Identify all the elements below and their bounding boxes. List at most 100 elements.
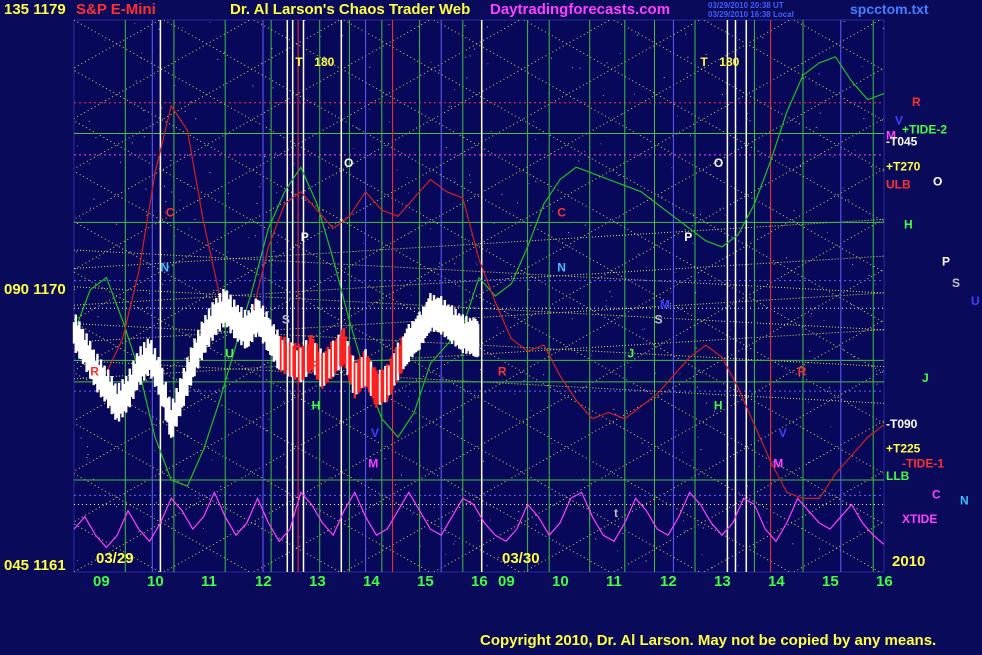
star <box>852 356 854 358</box>
star <box>217 58 219 60</box>
planet-label: O <box>714 156 723 170</box>
star <box>194 218 196 220</box>
star <box>634 93 635 95</box>
star <box>260 183 262 185</box>
star <box>785 257 787 259</box>
star <box>163 185 165 187</box>
star <box>209 172 211 174</box>
star <box>469 55 471 57</box>
star <box>140 31 142 33</box>
star <box>641 442 643 444</box>
planet-label: M <box>773 457 783 471</box>
star <box>826 232 828 233</box>
star <box>188 228 190 230</box>
star <box>809 316 811 318</box>
scale-mid-label: 090 1170 <box>4 281 66 298</box>
year-label: 2010 <box>892 553 925 570</box>
star <box>357 505 359 507</box>
star <box>858 106 860 108</box>
star <box>700 449 702 451</box>
planet-label: N <box>557 261 566 275</box>
legend-label: +T225 <box>886 441 921 455</box>
star <box>198 389 199 391</box>
legend-label: LLB <box>886 469 910 483</box>
star <box>695 347 697 349</box>
star <box>165 201 167 203</box>
star <box>568 232 570 234</box>
planet-label: R <box>90 365 99 379</box>
star <box>465 56 467 58</box>
star <box>447 497 448 499</box>
star <box>120 161 121 163</box>
hour-tick-label: 16 <box>471 573 488 590</box>
star <box>823 320 825 322</box>
star <box>636 34 638 36</box>
star <box>622 533 624 534</box>
star <box>619 53 621 54</box>
star <box>579 67 581 69</box>
planet-label: V <box>371 426 379 440</box>
star <box>143 136 145 138</box>
star <box>551 443 553 445</box>
star <box>265 430 267 432</box>
hour-tick-label: 09 <box>498 573 515 590</box>
legend-label: -T045 <box>886 135 918 149</box>
star <box>874 283 876 285</box>
star <box>320 36 322 38</box>
star <box>273 250 275 252</box>
star <box>229 412 231 413</box>
star <box>701 554 703 556</box>
planet-label: O <box>344 156 353 170</box>
star <box>800 166 801 167</box>
star <box>535 181 537 183</box>
star <box>137 505 139 507</box>
star <box>486 565 488 567</box>
star <box>116 506 118 508</box>
star <box>469 182 471 184</box>
star <box>478 520 480 522</box>
star <box>876 383 878 385</box>
star <box>220 485 222 487</box>
star <box>454 263 456 265</box>
star <box>749 120 751 122</box>
star <box>530 409 532 411</box>
star <box>75 251 77 253</box>
star <box>370 478 372 480</box>
star <box>622 113 624 115</box>
star <box>354 559 356 561</box>
planet-label: R <box>312 359 321 373</box>
star <box>543 374 545 376</box>
star <box>870 166 872 168</box>
hour-tick-label: 13 <box>714 573 731 590</box>
star <box>227 193 229 195</box>
star <box>274 271 276 273</box>
star <box>692 459 694 461</box>
star <box>198 497 200 499</box>
star <box>369 66 371 68</box>
star <box>184 110 186 112</box>
legend-label: O <box>933 175 942 189</box>
star <box>438 69 440 71</box>
star <box>741 231 742 232</box>
star <box>190 101 192 103</box>
star <box>277 241 278 243</box>
hour-tick-label: 15 <box>417 573 434 590</box>
star <box>283 401 285 403</box>
star <box>141 57 143 59</box>
star <box>721 94 723 96</box>
star <box>396 169 398 171</box>
star <box>572 67 573 69</box>
star <box>199 410 201 412</box>
star <box>697 386 698 388</box>
star <box>362 242 364 244</box>
star <box>851 304 853 305</box>
legend-label: R <box>912 95 921 109</box>
star <box>254 235 256 237</box>
star <box>490 131 492 132</box>
star <box>692 213 694 215</box>
price-bar <box>476 324 480 357</box>
star <box>815 127 817 128</box>
star <box>879 488 881 490</box>
star <box>843 21 845 22</box>
star <box>854 149 856 151</box>
